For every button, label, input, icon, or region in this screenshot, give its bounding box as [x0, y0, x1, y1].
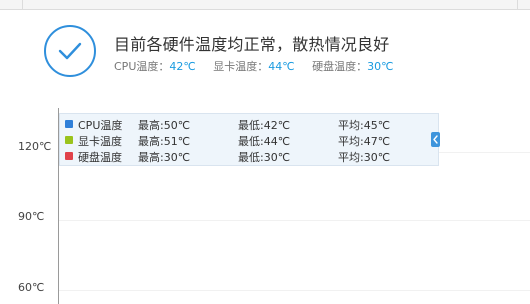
status-title: 目前各硬件温度均正常，散热情况良好	[114, 35, 390, 54]
legend-max: 最高:30℃	[138, 151, 191, 164]
gpu-temp-value: 44℃	[268, 60, 295, 73]
tab-divider	[22, 0, 23, 9]
temperature-summary: CPU温度：42℃ 显卡温度：44℃ 硬盘温度：30℃	[114, 58, 407, 74]
legend-swatch-gpu	[65, 136, 73, 144]
legend-series-name: 硬盘温度	[78, 151, 122, 164]
legend-max: 最高:50℃	[138, 119, 191, 132]
legend-series-name: CPU温度	[78, 119, 123, 132]
legend-min: 最低:42℃	[238, 119, 291, 132]
legend-avg: 平均:47℃	[338, 135, 391, 148]
legend-max: 最高:51℃	[138, 135, 191, 148]
y-tick-label: 120℃	[18, 140, 52, 153]
gpu-temperature: 显卡温度：44℃	[213, 60, 294, 73]
cpu-temperature: CPU温度：42℃	[114, 60, 196, 73]
checkmark-circle-icon	[43, 24, 97, 78]
legend-avg: 平均:45℃	[338, 119, 391, 132]
chart-legend: CPU温度 最高:50℃ 最低:42℃ 平均:45℃ 显卡温度 最高:51℃ 最…	[59, 113, 439, 166]
legend-min: 最低:30℃	[238, 151, 291, 164]
legend-collapse-button[interactable]	[431, 132, 440, 147]
gridline	[59, 290, 530, 291]
disk-temp-value: 30℃	[367, 60, 394, 73]
y-tick-label: 90℃	[18, 210, 45, 223]
legend-min: 最低:44℃	[238, 135, 291, 148]
gridline	[59, 220, 530, 221]
legend-series-name: 显卡温度	[78, 135, 122, 148]
chevron-left-icon	[433, 135, 438, 144]
disk-temperature: 硬盘温度：30℃	[312, 60, 393, 73]
window-top-bar	[0, 0, 530, 10]
legend-avg: 平均:30℃	[338, 151, 391, 164]
disk-temp-label: 硬盘温度：	[312, 60, 368, 73]
cpu-temp-value: 42℃	[169, 60, 196, 73]
tab-divider	[517, 0, 518, 9]
y-tick-label: 60℃	[18, 281, 45, 294]
legend-swatch-disk	[65, 152, 73, 160]
cpu-temp-label: CPU温度：	[114, 60, 170, 73]
gpu-temp-label: 显卡温度：	[213, 60, 269, 73]
legend-swatch-cpu	[65, 120, 73, 128]
